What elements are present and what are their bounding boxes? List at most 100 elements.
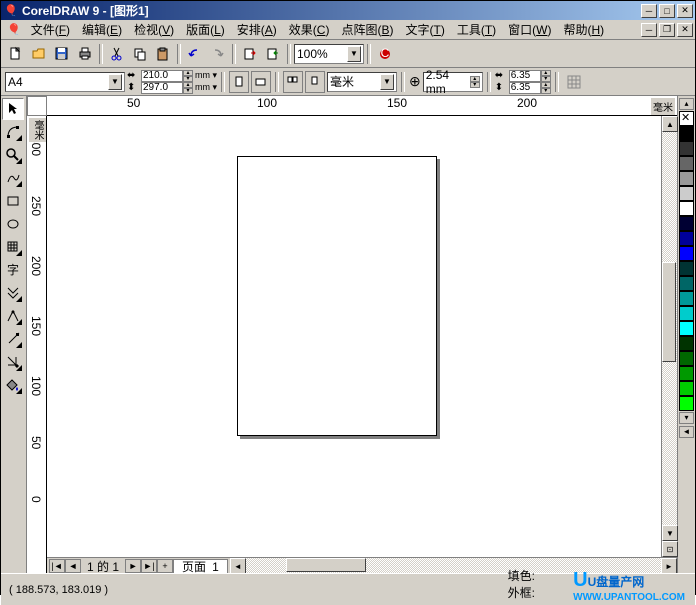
prev-page-button[interactable]: ◄ bbox=[65, 559, 81, 573]
dropdown-icon: ▼ bbox=[347, 46, 361, 62]
units-combo[interactable]: 毫米 ▼ bbox=[327, 72, 397, 92]
drawing-viewport[interactable] bbox=[47, 116, 661, 557]
dup-x-input[interactable] bbox=[509, 70, 541, 82]
export-button[interactable] bbox=[262, 43, 284, 65]
paper-width-input[interactable] bbox=[141, 70, 183, 82]
interactive-fill-tool[interactable] bbox=[2, 282, 24, 304]
page-canvas[interactable] bbox=[237, 156, 437, 436]
redo-button[interactable] bbox=[207, 43, 229, 65]
ruler-h-mark: 100 bbox=[257, 96, 277, 110]
freehand-tool[interactable] bbox=[2, 167, 24, 189]
nudge-input[interactable]: 2.54 mm ▴▾ bbox=[423, 72, 483, 92]
menu-h[interactable]: 帮助(H) bbox=[557, 19, 610, 40]
ruler-origin[interactable] bbox=[27, 96, 47, 116]
color-swatch[interactable] bbox=[679, 216, 694, 231]
print-button[interactable] bbox=[74, 43, 96, 65]
dup-y-input[interactable] bbox=[509, 82, 541, 94]
new-button[interactable] bbox=[5, 43, 27, 65]
portrait-button[interactable] bbox=[229, 71, 249, 93]
next-page-button[interactable]: ► bbox=[125, 559, 141, 573]
page-tab[interactable]: 页面 1 bbox=[173, 559, 228, 574]
doc-restore-button[interactable]: ❐ bbox=[659, 23, 675, 37]
outline-tool[interactable] bbox=[2, 351, 24, 373]
current-page-button[interactable] bbox=[305, 71, 325, 93]
palette-up-button[interactable]: ▴ bbox=[679, 98, 694, 110]
color-swatch[interactable] bbox=[679, 381, 694, 396]
landscape-button[interactable] bbox=[251, 71, 271, 93]
menu-a[interactable]: 安排(A) bbox=[231, 19, 283, 40]
app-launcher-button[interactable]: C bbox=[374, 43, 396, 65]
import-button[interactable] bbox=[239, 43, 261, 65]
add-page-button[interactable]: + bbox=[157, 559, 173, 573]
color-swatch[interactable] bbox=[679, 321, 694, 336]
polygon-tool[interactable] bbox=[2, 236, 24, 258]
fit-page-button[interactable]: ⊡ bbox=[662, 541, 678, 557]
zoom-tool[interactable] bbox=[2, 144, 24, 166]
doc-close-button[interactable]: ✕ bbox=[677, 23, 693, 37]
menu-b[interactable]: 点阵图(B) bbox=[335, 19, 399, 40]
vertical-scrollbar[interactable]: ▲ ▼ ⊡ bbox=[661, 116, 677, 557]
color-swatch[interactable] bbox=[679, 156, 694, 171]
color-swatch[interactable] bbox=[679, 171, 694, 186]
all-pages-button[interactable] bbox=[283, 71, 303, 93]
color-swatch[interactable] bbox=[679, 396, 694, 411]
ellipse-tool[interactable] bbox=[2, 213, 24, 235]
last-page-button[interactable]: ►| bbox=[141, 559, 157, 573]
no-color-swatch[interactable] bbox=[679, 111, 694, 126]
menu-e[interactable]: 编辑(E) bbox=[76, 19, 128, 40]
doc-minimize-button[interactable]: ─ bbox=[641, 23, 657, 37]
maximize-button[interactable]: □ bbox=[659, 4, 675, 18]
color-swatch[interactable] bbox=[679, 261, 694, 276]
color-swatch[interactable] bbox=[679, 351, 694, 366]
undo-button[interactable] bbox=[184, 43, 206, 65]
save-button[interactable] bbox=[51, 43, 73, 65]
shape-tool[interactable] bbox=[2, 121, 24, 143]
menu-t[interactable]: 文字(T) bbox=[399, 19, 450, 40]
horizontal-ruler[interactable]: 50100150200 毫米 bbox=[47, 96, 677, 116]
eyedropper-tool[interactable] bbox=[2, 328, 24, 350]
color-swatch[interactable] bbox=[679, 291, 694, 306]
menu-l[interactable]: 版面(L) bbox=[180, 19, 231, 40]
menu-c[interactable]: 效果(C) bbox=[283, 19, 336, 40]
scroll-down-button[interactable]: ▼ bbox=[662, 525, 678, 541]
rectangle-tool[interactable] bbox=[2, 190, 24, 212]
interactive-transparency-tool[interactable] bbox=[2, 305, 24, 327]
palette-flyout-button[interactable]: ◄ bbox=[679, 426, 694, 438]
scroll-left-button[interactable]: ◄ bbox=[230, 558, 246, 574]
paper-dimensions: ⬌▴▾mm ▾ ⬍▴▾mm ▾ bbox=[127, 70, 217, 94]
color-swatch[interactable] bbox=[679, 201, 694, 216]
menu-f[interactable]: 文件(F) bbox=[25, 19, 76, 40]
color-swatch[interactable] bbox=[679, 186, 694, 201]
color-swatch[interactable] bbox=[679, 126, 694, 141]
zoom-combo[interactable]: 100% ▼ bbox=[294, 44, 364, 64]
color-palette: ▴ ▾ ◄ bbox=[677, 96, 695, 573]
color-swatch[interactable] bbox=[679, 141, 694, 156]
snap-button[interactable] bbox=[563, 71, 585, 93]
menu-t[interactable]: 工具(T) bbox=[451, 19, 502, 40]
color-swatch[interactable] bbox=[679, 306, 694, 321]
svg-text:字: 字 bbox=[7, 262, 19, 277]
fill-tool[interactable] bbox=[2, 374, 24, 396]
open-button[interactable] bbox=[28, 43, 50, 65]
color-swatch[interactable] bbox=[679, 231, 694, 246]
color-swatch[interactable] bbox=[679, 246, 694, 261]
copy-button[interactable] bbox=[129, 43, 151, 65]
minimize-button[interactable]: ─ bbox=[641, 4, 657, 18]
first-page-button[interactable]: |◄ bbox=[49, 559, 65, 573]
palette-down-button[interactable]: ▾ bbox=[679, 412, 694, 424]
pick-tool[interactable] bbox=[2, 98, 24, 120]
cut-button[interactable] bbox=[106, 43, 128, 65]
menu-w[interactable]: 窗口(W) bbox=[502, 19, 557, 40]
scroll-up-button[interactable]: ▲ bbox=[662, 116, 678, 132]
menu-v[interactable]: 检视(V) bbox=[128, 19, 180, 40]
vertical-ruler[interactable]: 300250200150100500 毫米 bbox=[27, 116, 47, 573]
fill-label: 填色: bbox=[508, 567, 535, 584]
color-swatch[interactable] bbox=[679, 366, 694, 381]
paper-height-input[interactable] bbox=[141, 82, 183, 94]
color-swatch[interactable] bbox=[679, 336, 694, 351]
paste-button[interactable] bbox=[152, 43, 174, 65]
paper-size-combo[interactable]: A4 ▼ bbox=[5, 72, 125, 92]
close-button[interactable]: ✕ bbox=[677, 4, 693, 18]
color-swatch[interactable] bbox=[679, 276, 694, 291]
text-tool[interactable]: 字 bbox=[2, 259, 24, 281]
